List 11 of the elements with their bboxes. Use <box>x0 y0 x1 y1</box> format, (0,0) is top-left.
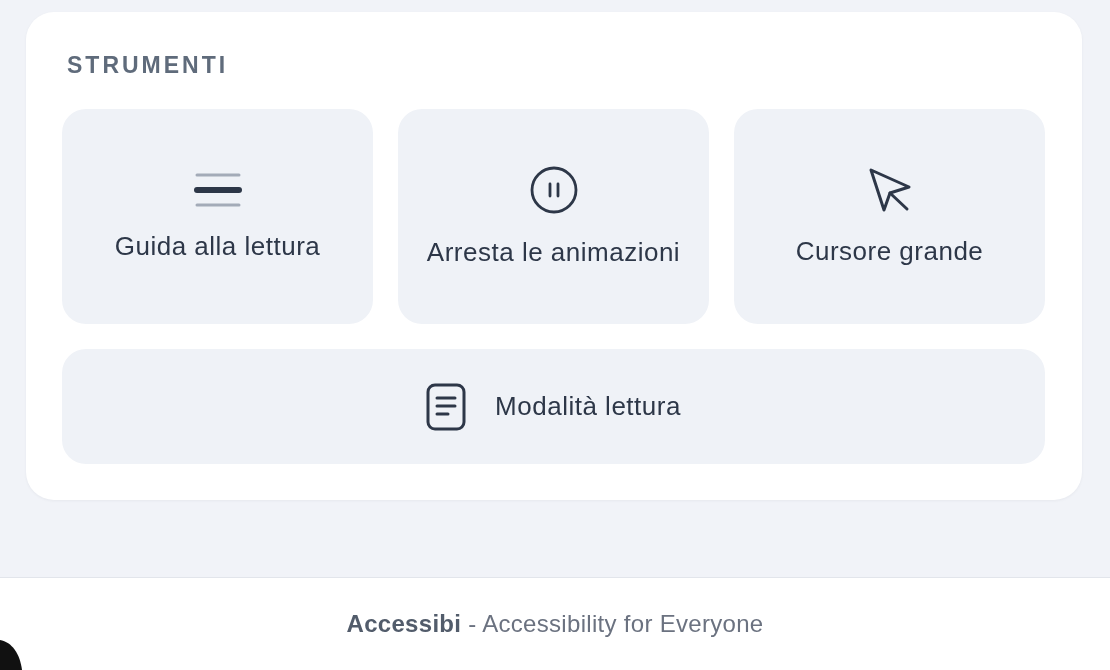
tool-button[interactable]: Cursore grande <box>734 109 1045 324</box>
reading-guide-icon <box>193 171 242 208</box>
tool-button[interactable]: Arresta le animazioni <box>398 109 709 324</box>
cursor-icon <box>867 166 912 213</box>
tool-button[interactable]: Modalità lettura <box>62 349 1045 464</box>
section-heading: STRUMENTI <box>67 54 230 77</box>
footer-text: Accessibi - Accessibility for Everyone <box>346 609 764 639</box>
round-edge-icon <box>0 640 22 670</box>
tool-button[interactable]: Guida alla lettura <box>62 109 373 324</box>
document-icon <box>426 382 467 431</box>
pause-icon <box>529 165 578 214</box>
